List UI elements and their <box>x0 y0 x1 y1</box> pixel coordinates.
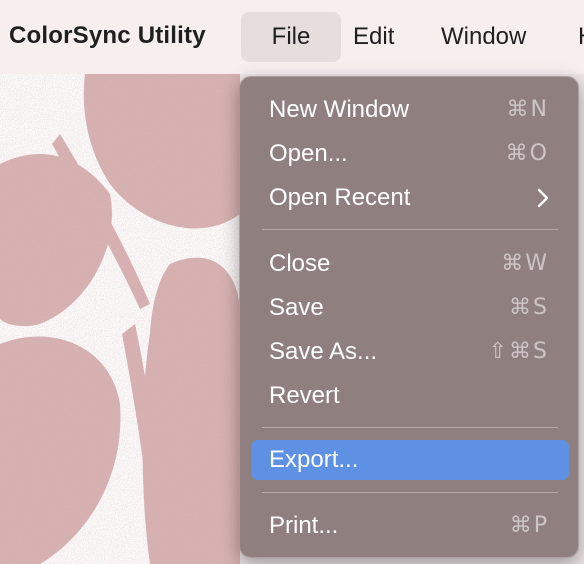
menu-item-label: Close <box>269 250 331 277</box>
menu-item-new-window[interactable]: New Window ⌘N <box>251 90 569 130</box>
menu-item-export[interactable]: Export... <box>251 440 569 480</box>
menu-file[interactable]: File <box>241 12 341 62</box>
menu-item-shortcut: ⌘N <box>506 97 549 122</box>
menu-item-save-as[interactable]: Save As... ⇧⌘S <box>251 332 569 372</box>
menu-item-shortcut: ⌘S <box>509 295 549 320</box>
menu-item-print[interactable]: Print... ⌘P <box>251 506 569 546</box>
menu-item-label: Save As... <box>269 338 378 365</box>
menu-item-revert[interactable]: Revert <box>251 376 569 416</box>
menu-separator <box>262 229 558 230</box>
menu-separator <box>262 427 558 428</box>
file-menu-dropdown: New Window ⌘N Open... ⌘O Open Recent Clo… <box>239 76 579 558</box>
menu-help[interactable]: H <box>578 12 584 62</box>
chevron-right-icon <box>537 178 549 220</box>
menu-item-shortcut: ⌘P <box>509 513 549 538</box>
menu-item-label: New Window <box>269 96 410 123</box>
menu-item-shortcut: ⇧⌘S <box>488 339 549 364</box>
menu-item-label: Save <box>269 294 324 321</box>
menu-item-label: Export... <box>269 446 359 473</box>
menu-item-save[interactable]: Save ⌘S <box>251 288 569 328</box>
menu-item-label: Open Recent <box>269 184 411 211</box>
menu-item-shortcut: ⌘W <box>501 251 549 276</box>
menu-item-label: Print... <box>269 512 339 539</box>
menu-edit[interactable]: Edit <box>353 12 394 62</box>
menu-item-open[interactable]: Open... ⌘O <box>251 134 569 174</box>
menu-item-label: Open... <box>269 140 348 167</box>
menu-item-open-recent[interactable]: Open Recent <box>251 178 569 218</box>
menu-window[interactable]: Window <box>441 12 526 62</box>
menu-item-shortcut: ⌘O <box>505 141 549 166</box>
menu-separator <box>262 492 558 493</box>
menu-bar: ColorSync Utility File Edit Window H <box>0 0 584 74</box>
menu-item-close[interactable]: Close ⌘W <box>251 244 569 284</box>
menu-item-label: Revert <box>269 382 340 409</box>
app-name-menu[interactable]: ColorSync Utility <box>9 22 206 50</box>
